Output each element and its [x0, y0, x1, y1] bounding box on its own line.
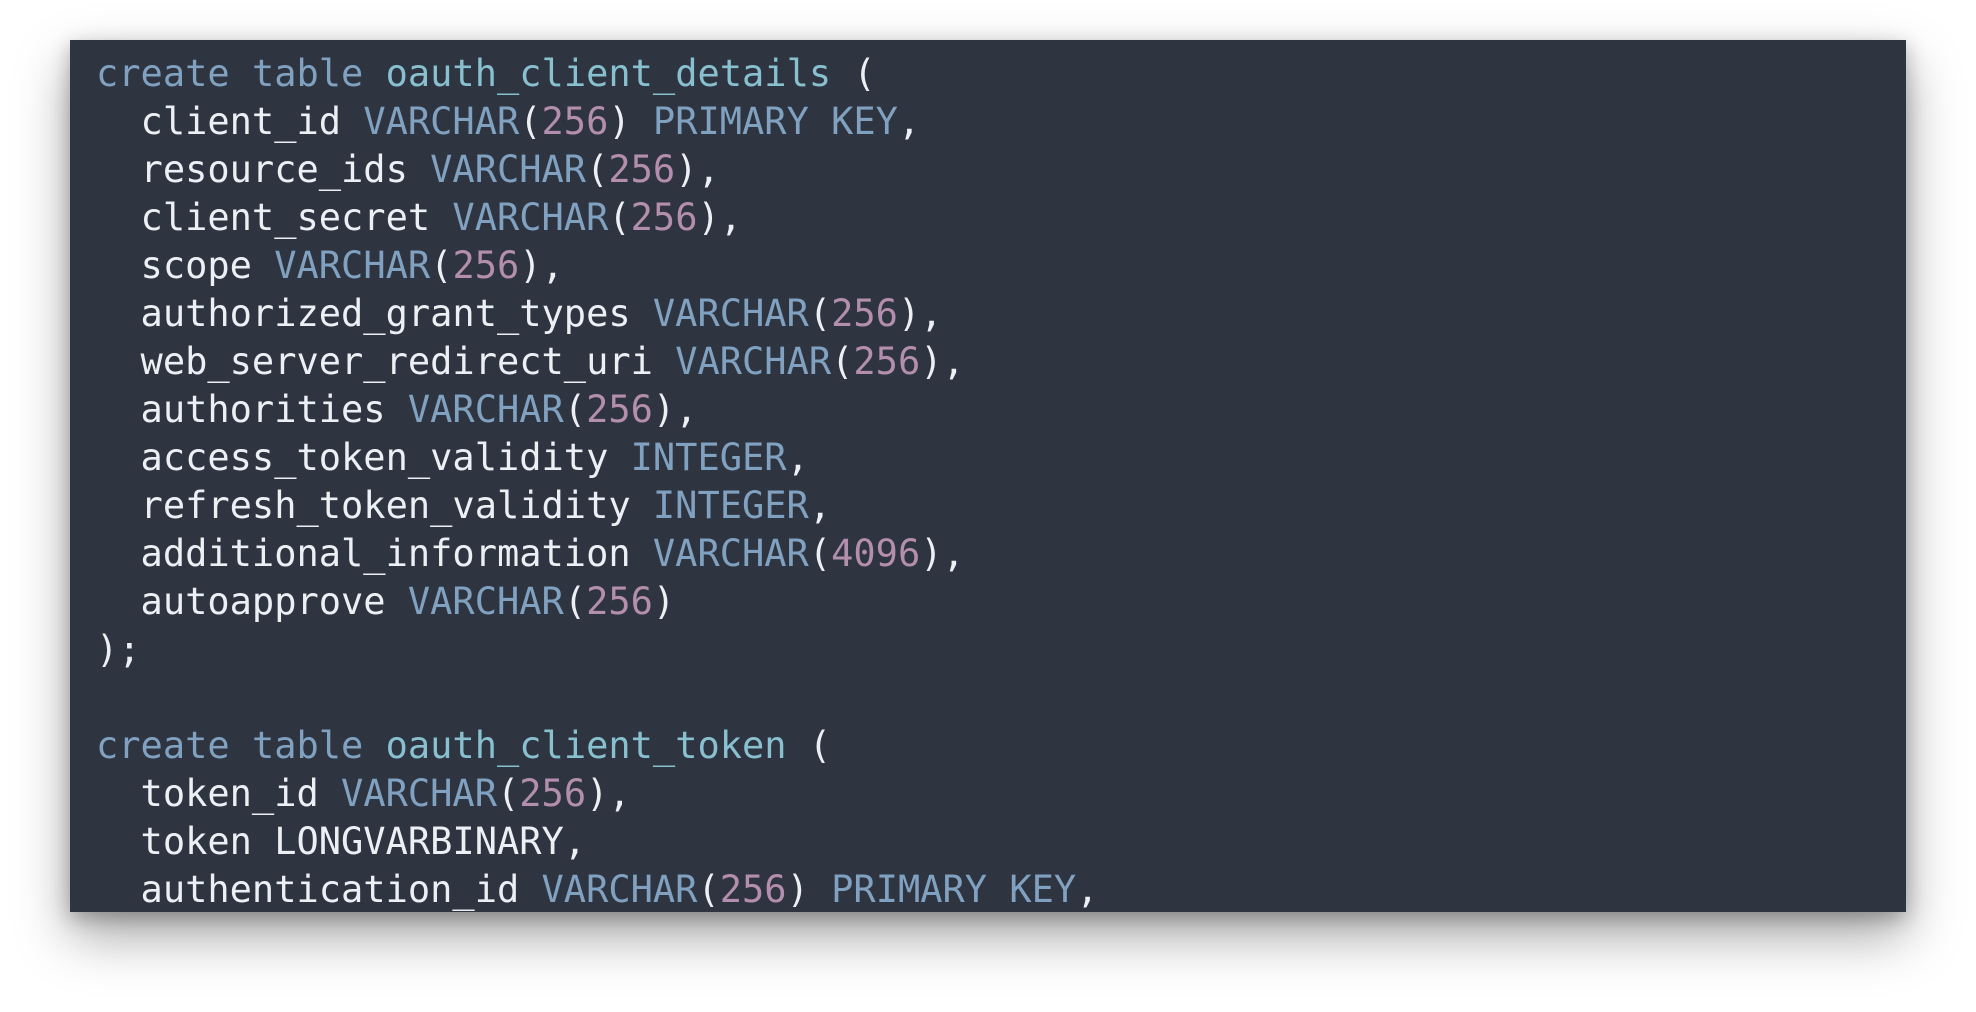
sql-keyword: table [251, 724, 364, 767]
sql-type: VARCHAR [541, 868, 698, 911]
sql-type: VARCHAR [652, 292, 809, 335]
code-line: refresh_token_validity INTEGER, [96, 482, 1098, 530]
code-text: ( [563, 388, 587, 431]
number-literal: 256 [452, 244, 520, 287]
code-text: ), [697, 196, 743, 239]
number-literal: 256 [831, 292, 898, 335]
code-text: ( [608, 196, 631, 239]
number-literal: 256 [586, 388, 653, 431]
code-line: web_server_redirect_uri VARCHAR(256), [96, 338, 1098, 386]
code-text: refresh_token_validity [96, 484, 653, 527]
code-text: authorities [96, 388, 408, 431]
code-text: ( [586, 148, 609, 191]
code-line: access_token_validity INTEGER, [96, 434, 1098, 482]
sql-type: VARCHAR [652, 532, 809, 575]
code-text: access_token_validity [96, 436, 631, 479]
number-literal: 256 [541, 100, 609, 143]
code-line: create table oauth_client_details ( [96, 50, 1098, 98]
sql-type: VARCHAR [407, 580, 564, 623]
number-literal: 4096 [831, 532, 921, 575]
number-literal: 256 [630, 196, 698, 239]
code-line: ); [96, 626, 1098, 674]
sql-type: PRIMARY KEY [652, 100, 898, 143]
code-text: scope [96, 244, 275, 287]
sql-type: VARCHAR [452, 196, 609, 239]
code-text: , [897, 100, 921, 143]
code-text: token LONGVARBINARY, [96, 820, 587, 863]
sql-type: VARCHAR [274, 244, 431, 287]
code-text: ), [519, 244, 564, 287]
code-text: ), [920, 340, 965, 383]
sql-type: VARCHAR [407, 388, 564, 431]
number-literal: 256 [853, 340, 921, 383]
code-line: additional_information VARCHAR(4096), [96, 530, 1098, 578]
code-text: ( [808, 292, 832, 335]
table-name: oauth_client_token [385, 724, 787, 767]
code-text: ), [652, 388, 698, 431]
code-line: authorized_grant_types VARCHAR(256), [96, 290, 1098, 338]
code-text: ( [563, 580, 587, 623]
code-text: ( [496, 772, 520, 815]
code-text: ( [697, 868, 720, 911]
code-line: scope VARCHAR(256), [96, 242, 1098, 290]
code-text: ( [831, 52, 876, 95]
code-text: ( [808, 532, 832, 575]
sql-keyword: create [96, 52, 230, 95]
code-line: token LONGVARBINARY, [96, 818, 1098, 866]
sql-type: VARCHAR [341, 772, 497, 815]
code-line: autoapprove VARCHAR(256) [96, 578, 1098, 626]
code-text: ), [920, 532, 965, 575]
code-text: ) [786, 868, 832, 911]
code-line: client_id VARCHAR(256) PRIMARY KEY, [96, 98, 1098, 146]
code-line: client_secret VARCHAR(256), [96, 194, 1098, 242]
code-line: create table oauth_client_token ( [96, 722, 1098, 770]
number-literal: 256 [586, 580, 653, 623]
sql-type: INTEGER [630, 436, 787, 479]
code-text: ), [675, 148, 720, 191]
table-name: oauth_client_details [385, 52, 832, 95]
code-text: ( [519, 100, 542, 143]
number-literal: 256 [719, 868, 787, 911]
code-text: client_id [96, 100, 364, 143]
number-literal: 256 [608, 148, 676, 191]
code-text: , [808, 484, 832, 527]
sql-code-block: create table oauth_client_details ( clie… [96, 50, 1098, 912]
code-text: client_secret [96, 196, 453, 239]
code-line: authorities VARCHAR(256), [96, 386, 1098, 434]
code-text: ) [652, 580, 676, 623]
sql-type: VARCHAR [675, 340, 832, 383]
code-text: ( [786, 724, 832, 767]
code-text: ( [831, 340, 854, 383]
sql-type: VARCHAR [363, 100, 520, 143]
sql-type: INTEGER [652, 484, 809, 527]
code-text: autoapprove [96, 580, 408, 623]
code-text: token_id [96, 772, 342, 815]
code-text: ) [608, 100, 653, 143]
code-text: resource_ids [96, 148, 431, 191]
sql-type: VARCHAR [430, 148, 587, 191]
number-literal: 256 [519, 772, 587, 815]
code-line: resource_ids VARCHAR(256), [96, 146, 1098, 194]
code-text: ), [586, 772, 631, 815]
sql-keyword: table [251, 52, 364, 95]
code-line: token_id VARCHAR(256), [96, 770, 1098, 818]
code-text: web_server_redirect_uri [96, 340, 676, 383]
code-text: ( [430, 244, 453, 287]
code-line: authentication_id VARCHAR(256) PRIMARY K… [96, 866, 1099, 912]
code-text: authentication_id [96, 868, 542, 911]
code-text: additional_information [96, 532, 653, 575]
code-snippet-window: create table oauth_client_details ( clie… [70, 40, 1906, 912]
code-text: authorized_grant_types [96, 292, 653, 335]
code-text: ); [96, 628, 141, 671]
code-text: ), [897, 292, 943, 335]
code-text: , [1076, 868, 1099, 911]
code-text: , [786, 436, 809, 479]
sql-keyword: create [96, 724, 230, 767]
sql-type: PRIMARY KEY [831, 868, 1077, 911]
